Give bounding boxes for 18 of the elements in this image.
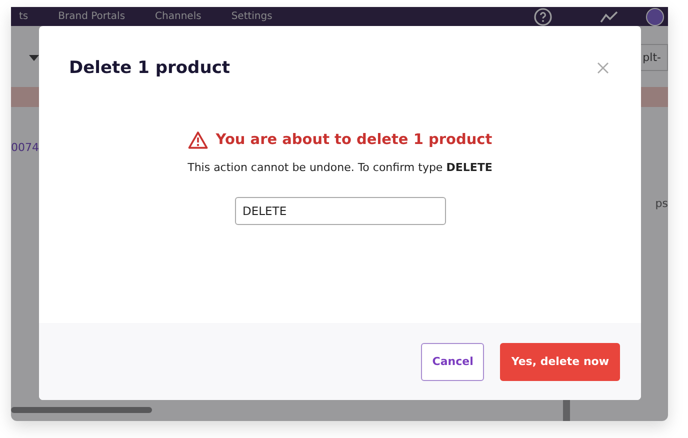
nav-link[interactable]: Settings	[231, 11, 272, 22]
confirm-input[interactable]: DELETE	[234, 197, 446, 225]
nav-link[interactable]: Brand Portals	[58, 11, 126, 22]
column-text: ps	[655, 197, 668, 212]
caret-icon[interactable]	[29, 54, 39, 60]
trend-icon[interactable]	[600, 10, 618, 22]
nav-link[interactable]: Channels	[155, 11, 202, 22]
help-icon[interactable]	[534, 8, 552, 26]
dialog-title: Delete 1 product	[69, 58, 230, 78]
warning-text: You are about to delete 1 product	[216, 132, 492, 148]
nav-link[interactable]: ts	[19, 11, 28, 22]
confirm-message: This action cannot be undone. To confirm type DELETE	[188, 161, 492, 174]
warning-icon	[188, 131, 208, 149]
dialog-button[interactable]: Yes, delete now	[500, 342, 620, 380]
scrollbar-thumb[interactable]	[11, 407, 152, 413]
avatar[interactable]	[646, 8, 664, 26]
row-id[interactable]: 0074	[11, 141, 39, 399]
dialog-button[interactable]: Cancel	[421, 342, 484, 380]
